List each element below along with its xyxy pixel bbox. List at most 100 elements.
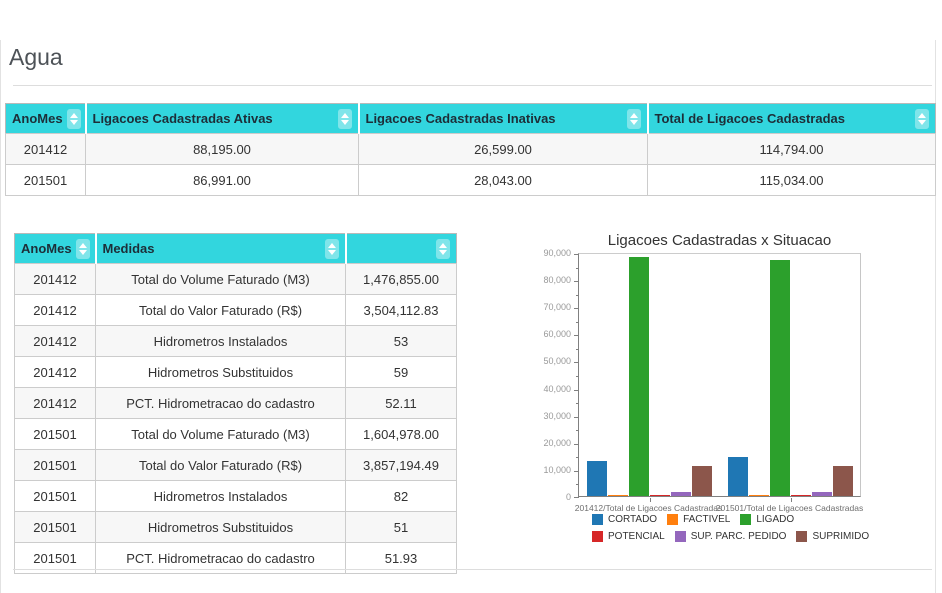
table-cell: 82 bbox=[346, 481, 457, 512]
medidas-table: AnoMesMedidas201412Total do Volume Fatur… bbox=[14, 233, 457, 574]
bar-ligado-0 bbox=[629, 257, 649, 496]
table-cell: Hidrometros Instalados bbox=[96, 481, 346, 512]
column-header-summary-0[interactable]: AnoMes bbox=[6, 104, 86, 134]
bar-potencial-1 bbox=[791, 495, 811, 496]
table-row: 201501Total do Valor Faturado (R$)3,857,… bbox=[15, 450, 457, 481]
sort-icon[interactable] bbox=[67, 109, 81, 129]
column-header-label: Ligacoes Cadastradas Ativas bbox=[93, 111, 273, 126]
y-axis-tick-label: 20,000 bbox=[530, 438, 571, 448]
y-axis-tick-label: 30,000 bbox=[530, 411, 571, 421]
table-row: 20150186,991.0028,043.00115,034.00 bbox=[6, 165, 936, 196]
table-row: 201412Total do Volume Faturado (M3)1,476… bbox=[15, 264, 457, 295]
legend-label: FACTIVEL bbox=[683, 514, 730, 525]
column-header-measures-2[interactable] bbox=[346, 234, 457, 264]
ligacoes-summary-table: AnoMes Ligacoes Cadastradas Ativas Ligacoe… bbox=[5, 103, 936, 196]
bar-potencial-0 bbox=[650, 495, 670, 496]
table-cell: 201412 bbox=[6, 134, 86, 165]
table-cell: Total do Volume Faturado (M3) bbox=[96, 264, 346, 295]
sort-icon[interactable] bbox=[915, 109, 929, 129]
column-header-measures-0[interactable]: AnoMes bbox=[15, 234, 96, 264]
table-row: 20141288,195.0026,599.00114,794.00 bbox=[6, 134, 936, 165]
legend-item-sup-parc-pedido: SUP. PARC. PEDIDO bbox=[675, 531, 787, 542]
column-header-label: AnoMes bbox=[21, 241, 72, 256]
legend-label: POTENCIAL bbox=[608, 531, 665, 542]
y-axis-major-tick bbox=[574, 444, 579, 445]
table-cell: Total do Valor Faturado (R$) bbox=[96, 450, 346, 481]
table-cell: 201412 bbox=[15, 295, 96, 326]
table-row: 201412Hidrometros Instalados53 bbox=[15, 326, 457, 357]
table-cell: 59 bbox=[346, 357, 457, 388]
bar-cortado-0 bbox=[587, 461, 607, 496]
table-row: 201412Total do Valor Faturado (R$)3,504,… bbox=[15, 295, 457, 326]
table-cell: Hidrometros Substituidos bbox=[96, 512, 346, 543]
legend-label: SUP. PARC. PEDIDO bbox=[691, 531, 787, 542]
section-divider bbox=[13, 569, 932, 570]
y-axis-major-tick bbox=[574, 254, 579, 255]
column-header-summary-2[interactable]: Ligacoes Cadastradas Inativas bbox=[359, 104, 648, 134]
y-axis-major-tick bbox=[574, 471, 579, 472]
sort-icon[interactable] bbox=[325, 239, 339, 259]
y-axis-minor-tick bbox=[576, 430, 579, 431]
table-cell: 201501 bbox=[15, 450, 96, 481]
page-title: Agua bbox=[9, 44, 63, 71]
x-axis-tick bbox=[791, 498, 792, 502]
y-axis-tick-label: 50,000 bbox=[530, 356, 571, 366]
table-row: 201501Total do Volume Faturado (M3)1,604… bbox=[15, 419, 457, 450]
table-cell: 88,195.00 bbox=[86, 134, 359, 165]
table-cell: 1,604,978.00 bbox=[346, 419, 457, 450]
table-cell: 3,857,194.49 bbox=[346, 450, 457, 481]
table-cell: 86,991.00 bbox=[86, 165, 359, 196]
table-cell: 201412 bbox=[15, 264, 96, 295]
sort-icon[interactable] bbox=[627, 109, 641, 129]
legend-swatch bbox=[592, 514, 603, 525]
y-axis-minor-tick bbox=[576, 376, 579, 377]
table-cell: 28,043.00 bbox=[359, 165, 648, 196]
table-cell: 52.11 bbox=[346, 388, 457, 419]
legend-swatch bbox=[592, 531, 603, 542]
y-axis-major-tick bbox=[574, 417, 579, 418]
table-row: 201501Hidrometros Substituidos51 bbox=[15, 512, 457, 543]
y-axis-minor-tick bbox=[576, 322, 579, 323]
legend-swatch bbox=[740, 514, 751, 525]
y-axis-major-tick bbox=[574, 362, 579, 363]
bar-ligado-1 bbox=[770, 260, 790, 496]
sort-icon[interactable] bbox=[436, 239, 450, 259]
legend-item-cortado: CORTADO bbox=[592, 514, 657, 525]
table-cell: 201412 bbox=[15, 326, 96, 357]
table-cell: Total do Valor Faturado (R$) bbox=[96, 295, 346, 326]
chart-legend: CORTADOFACTIVELLIGADOPOTENCIALSUP. PARC.… bbox=[592, 514, 874, 542]
chart-title: Ligacoes Cadastradas x Situacao bbox=[578, 232, 861, 249]
y-axis-minor-tick bbox=[576, 484, 579, 485]
column-header-measures-1[interactable]: Medidas bbox=[96, 234, 346, 264]
table-cell: 115,034.00 bbox=[648, 165, 936, 196]
y-axis-minor-tick bbox=[576, 403, 579, 404]
column-header-label: Ligacoes Cadastradas Inativas bbox=[366, 111, 556, 126]
column-header-summary-1[interactable]: Ligacoes Cadastradas Ativas bbox=[86, 104, 359, 134]
sort-icon[interactable] bbox=[76, 239, 90, 259]
table-row: 201412Hidrometros Substituidos59 bbox=[15, 357, 457, 388]
legend-swatch bbox=[667, 514, 678, 525]
column-header-label: Medidas bbox=[103, 241, 155, 256]
table-cell: Total do Volume Faturado (M3) bbox=[96, 419, 346, 450]
x-axis-tick bbox=[650, 498, 651, 502]
y-axis-minor-tick bbox=[576, 268, 579, 269]
table-cell: 201501 bbox=[6, 165, 86, 196]
bar-suprimido-1 bbox=[833, 466, 853, 496]
table-cell: 201501 bbox=[15, 481, 96, 512]
table-cell: Hidrometros Substituidos bbox=[96, 357, 346, 388]
y-axis-major-tick bbox=[574, 281, 579, 282]
column-header-summary-3[interactable]: Total de Ligacoes Cadastradas bbox=[648, 104, 936, 134]
y-axis-tick-label: 90,000 bbox=[530, 248, 571, 258]
y-axis-tick-label: 0 bbox=[530, 492, 571, 502]
dashboard-page: Agua AnoMes Ligacoes Cadastradas Ativas Li… bbox=[0, 0, 942, 593]
y-axis-minor-tick bbox=[576, 349, 579, 350]
bar-factivel-0 bbox=[608, 495, 628, 496]
y-axis-minor-tick bbox=[576, 457, 579, 458]
bar-suprimido-0 bbox=[692, 466, 712, 496]
legend-item-suprimido: SUPRIMIDO bbox=[796, 531, 869, 542]
table-cell: 114,794.00 bbox=[648, 134, 936, 165]
table-cell: 26,599.00 bbox=[359, 134, 648, 165]
sort-icon[interactable] bbox=[338, 109, 352, 129]
column-header-label: AnoMes bbox=[12, 111, 63, 126]
table-cell: 1,476,855.00 bbox=[346, 264, 457, 295]
